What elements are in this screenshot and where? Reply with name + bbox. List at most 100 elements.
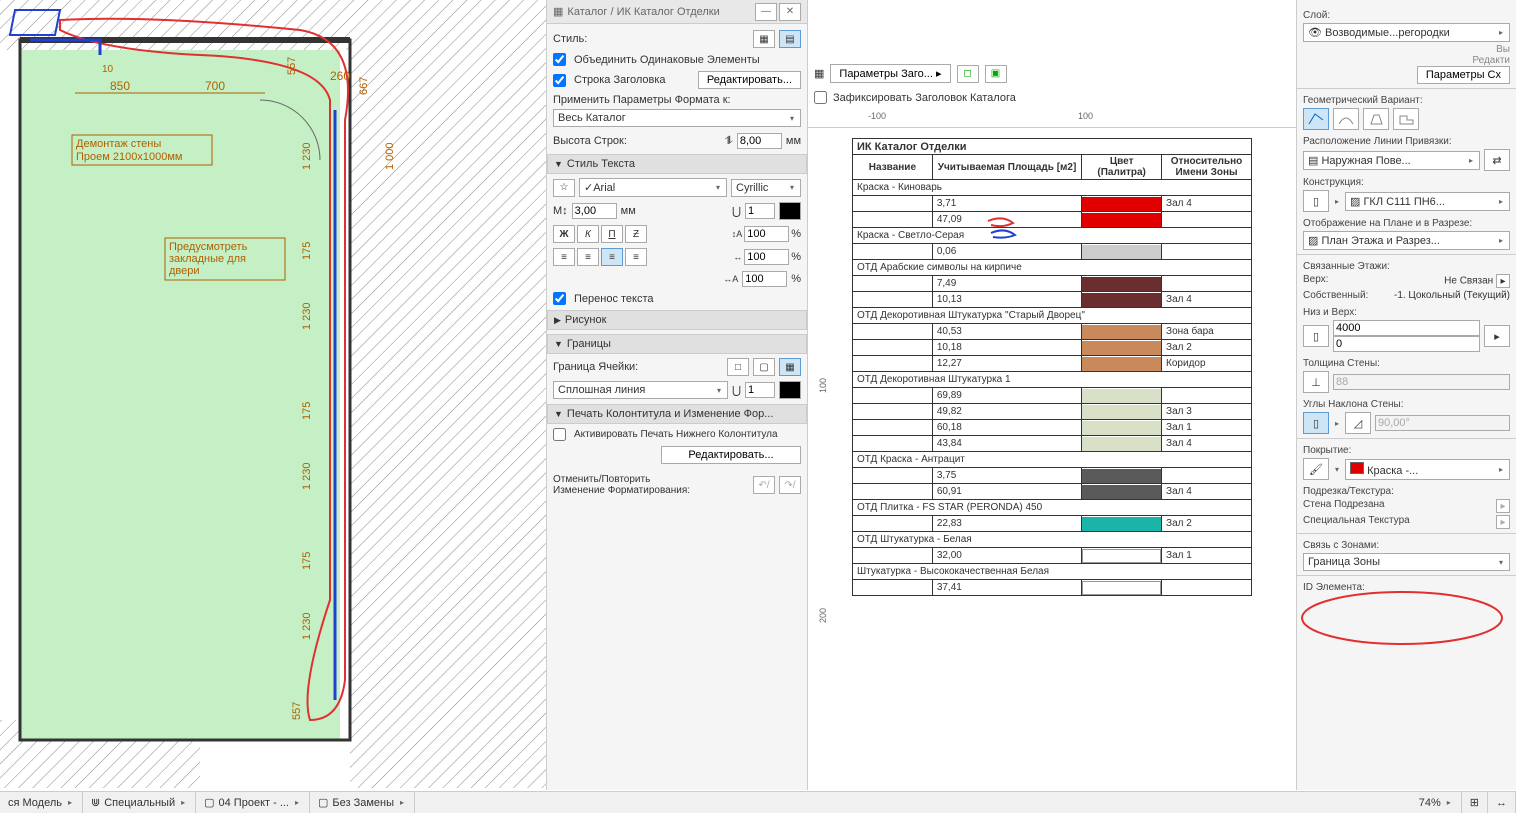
strike-button[interactable]: Ƶ <box>625 225 647 243</box>
redo-button[interactable]: ↷/ <box>779 476 801 494</box>
geom-poly-button[interactable] <box>1393 108 1419 130</box>
edit-footer-button[interactable]: Редактировать... <box>661 446 801 464</box>
align-center-button[interactable]: ≡ <box>577 248 599 266</box>
display-dropdown[interactable]: ▨ План Этажа и Разрез...▸ <box>1303 231 1510 250</box>
apply-target-dropdown[interactable]: Весь Каталог▾ <box>553 109 801 127</box>
wrap-text-checkbox[interactable] <box>553 292 566 305</box>
table-row[interactable]: 32,00Зал 1 <box>853 548 1252 564</box>
table-row[interactable]: ОТД Декоротивная Штукатурка 1 <box>853 372 1252 388</box>
spacing-input[interactable] <box>744 226 789 242</box>
table-row[interactable]: 22,83Зал 2 <box>853 516 1252 532</box>
table-row[interactable]: ОТД Декоротивная Штукатурка "Старый Двор… <box>853 308 1252 324</box>
table-row[interactable]: 37,41 <box>853 580 1252 596</box>
merge-same-checkbox[interactable] <box>553 53 566 66</box>
bold-button[interactable]: Ж <box>553 225 575 243</box>
geom-straight-button[interactable] <box>1303 108 1329 130</box>
height-more-button[interactable]: ▸ <box>1484 325 1510 347</box>
section-text-style[interactable]: ▼Стиль Текста <box>547 154 807 174</box>
slant-vertical-button[interactable]: ▯ <box>1303 412 1329 434</box>
table-row[interactable]: ОТД Штукатурка - Белая <box>853 532 1252 548</box>
height-top-input[interactable] <box>1333 320 1480 336</box>
pen-color-swatch[interactable] <box>779 381 801 399</box>
align-justify-button[interactable]: ≡ <box>625 248 647 266</box>
table-row[interactable]: ОТД Плитка - FS STAR (PERONDA) 450 <box>853 500 1252 516</box>
geom-trapezoid-button[interactable] <box>1363 108 1389 130</box>
table-row[interactable]: 43,84Зал 4 <box>853 436 1252 452</box>
trim-wall-button[interactable]: ▸ <box>1496 499 1510 513</box>
align-right-button[interactable]: ≡ <box>601 248 623 266</box>
cover-paint-button[interactable]: 🖌 <box>1303 458 1329 480</box>
status-zoom[interactable]: 74%▸ <box>1411 792 1462 813</box>
table-row[interactable]: 47,09 <box>853 212 1252 228</box>
refline-flip-button[interactable]: ⇄ <box>1484 149 1510 171</box>
close-button[interactable]: ✕ <box>779 3 801 21</box>
catalog-content[interactable]: 100 200 ИК Каталог Отделки Название Учит… <box>808 128 1296 818</box>
table-row[interactable]: 69,89 <box>853 388 1252 404</box>
color-swatch-black[interactable] <box>779 202 801 220</box>
pen-input[interactable] <box>745 382 775 398</box>
params-scheme-button[interactable]: Параметры Сх <box>1417 66 1510 84</box>
layer-dropdown[interactable]: 👁 Возводимые...регородки▸ <box>1303 23 1510 42</box>
italic-button[interactable]: К <box>577 225 599 243</box>
view-mode-list[interactable]: ▤ <box>779 30 801 48</box>
section-footer[interactable]: ▼Печать Колонтитула и Изменение Фор... <box>547 404 807 424</box>
select-all-icon[interactable]: ▣ <box>985 65 1007 83</box>
table-row[interactable]: 10,18Зал 2 <box>853 340 1252 356</box>
table-row[interactable]: 0,06 <box>853 244 1252 260</box>
table-row[interactable]: 60,18Зал 1 <box>853 420 1252 436</box>
table-row[interactable]: ОТД Арабские символы на кирпиче <box>853 260 1252 276</box>
section-image[interactable]: ▶Рисунок <box>547 310 807 330</box>
leading-input[interactable] <box>745 203 775 219</box>
construction-dropdown[interactable]: ▨ ГКЛ С111 ПН6...▸ <box>1345 192 1510 211</box>
table-row[interactable]: 3,71Зал 4 <box>853 196 1252 212</box>
line-type-dropdown[interactable]: Сплошная линия▾ <box>553 381 728 399</box>
trim-texture-button[interactable]: ▸ <box>1496 515 1510 529</box>
edit-header-button[interactable]: Редактировать... <box>698 71 801 89</box>
header-row-checkbox[interactable] <box>553 74 566 87</box>
status-special[interactable]: ⋓Специальный▸ <box>83 792 196 813</box>
favorite-icon[interactable]: ☆ <box>553 179 575 197</box>
select-tool-icon[interactable]: ◻ <box>957 65 979 83</box>
underline-button[interactable]: П <box>601 225 623 243</box>
table-row[interactable]: Краска - Киноварь <box>853 180 1252 196</box>
view-mode-grid[interactable]: ▦ <box>753 30 775 48</box>
row-height-input[interactable] <box>737 133 782 149</box>
footer-checkbox[interactable] <box>553 428 566 441</box>
table-row[interactable]: 40,53Зона бара <box>853 324 1252 340</box>
font-size-input[interactable] <box>572 203 617 219</box>
table-row[interactable]: 12,27Коридор <box>853 356 1252 372</box>
table-row[interactable]: Штукатурка - Высококачественная Белая <box>853 564 1252 580</box>
border-all-button[interactable]: ▦ <box>779 358 801 376</box>
border-outer-button[interactable]: ▢ <box>753 358 775 376</box>
status-model[interactable]: ся Модель▸ <box>0 792 83 813</box>
border-none-button[interactable]: □ <box>727 358 749 376</box>
construction-type-button[interactable]: ▯ <box>1303 190 1329 212</box>
section-borders[interactable]: ▼Границы <box>547 334 807 354</box>
height-bottom-input[interactable] <box>1333 336 1480 352</box>
undo-button[interactable]: ↶/ <box>753 476 775 494</box>
lock-header-checkbox[interactable] <box>814 91 827 104</box>
table-row[interactable]: 49,82Зал 3 <box>853 404 1252 420</box>
script-dropdown[interactable]: Cyrillic▾ <box>731 179 801 197</box>
align-left-button[interactable]: ≡ <box>553 248 575 266</box>
font-dropdown[interactable]: ✓Arial▾ <box>579 178 727 197</box>
status-fit-icon[interactable]: ⊞ <box>1462 792 1488 813</box>
char-spacing-input[interactable] <box>742 271 787 287</box>
geom-curved-button[interactable] <box>1333 108 1359 130</box>
minimize-button[interactable]: — <box>755 3 777 21</box>
plan-view[interactable]: 850 700 260 10 557 667 1 000 1 230 175 1… <box>0 0 546 790</box>
params-header-button[interactable]: Параметры Заго... ▸ <box>830 64 950 83</box>
table-row[interactable]: 60,91Зал 4 <box>853 484 1252 500</box>
zones-dropdown[interactable]: Граница Зоны▾ <box>1303 553 1510 571</box>
table-row[interactable]: 3,75 <box>853 468 1252 484</box>
table-row[interactable]: Краска - Светло-Серая <box>853 228 1252 244</box>
table-row[interactable]: ОТД Краска - Антрацит <box>853 452 1252 468</box>
top-link-button[interactable]: ▸ <box>1496 274 1510 288</box>
slant-angled-button[interactable]: ◿ <box>1345 412 1371 434</box>
height-icon-button[interactable]: ▯ <box>1303 325 1329 347</box>
refline-dropdown[interactable]: ▤ Наружная Пове...▸ <box>1303 151 1480 170</box>
status-pan-icon[interactable]: ↔ <box>1488 792 1516 813</box>
width-input[interactable] <box>744 249 789 265</box>
status-replace[interactable]: ▢Без Замены▸ <box>310 792 415 813</box>
table-row[interactable]: 10,13Зал 4 <box>853 292 1252 308</box>
